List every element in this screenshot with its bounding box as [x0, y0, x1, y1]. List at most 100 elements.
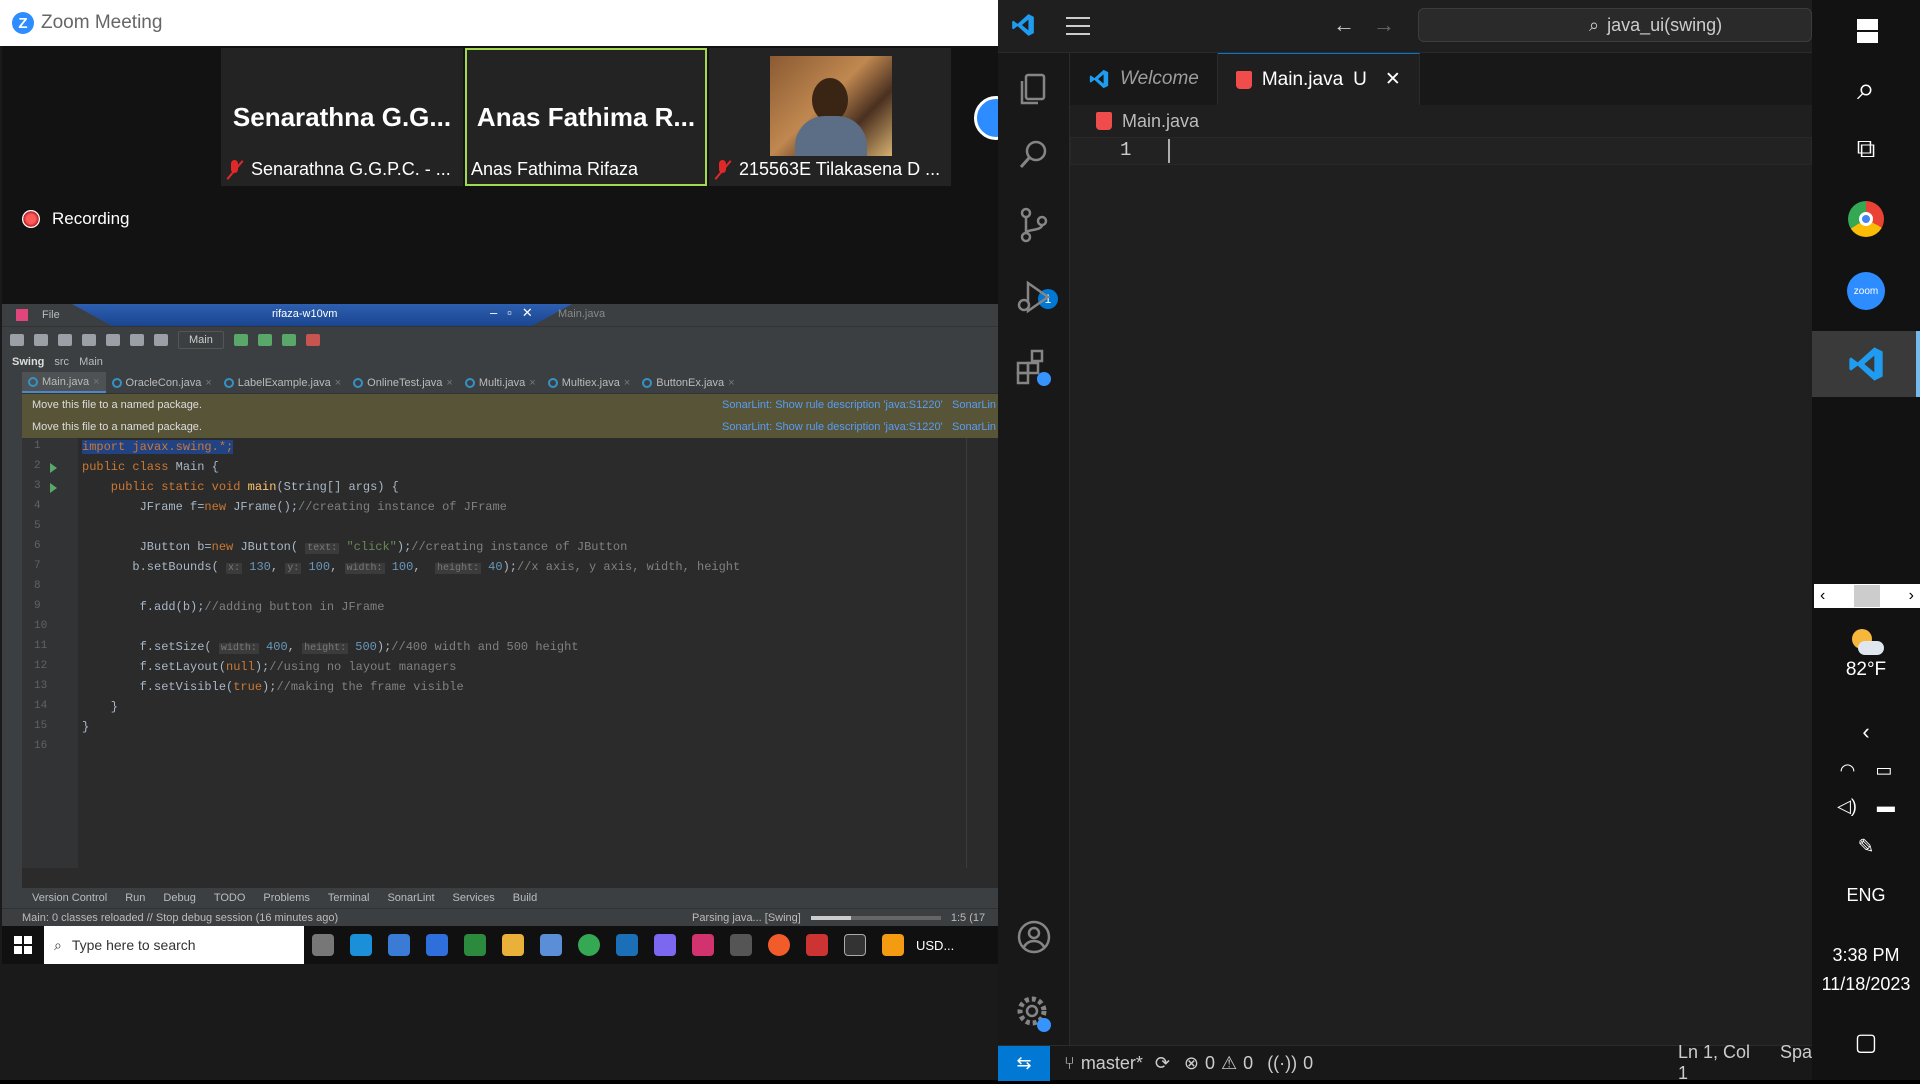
ide-tab-main[interactable]: Main.java ×: [22, 372, 106, 393]
cursor-position[interactable]: Ln 1, Col 1: [1678, 1042, 1754, 1084]
volume-icon[interactable]: ◁): [1837, 796, 1857, 817]
zoom-title-bar[interactable]: Z Zoom Meeting: [0, 0, 998, 46]
ide-tab[interactable]: OnlineTest.java ×: [347, 372, 459, 393]
close-icon[interactable]: ×: [335, 377, 341, 389]
participant-tile-active-speaker[interactable]: Anas Fathima R... Anas Fathima Rifaza: [465, 48, 707, 186]
ide-gutter[interactable]: 1 2 3 4 5 6 7 8 9 10 11 12 13 14 15 16: [22, 438, 78, 868]
run-method-icon[interactable]: [50, 483, 57, 493]
forward-arrow-icon[interactable]: →: [1373, 12, 1395, 38]
source-control-icon[interactable]: [1012, 203, 1056, 247]
run-icon[interactable]: [233, 333, 248, 346]
tool-debug[interactable]: Debug: [163, 892, 195, 904]
code-editor[interactable]: 1: [1070, 137, 1812, 1045]
app-icon[interactable]: [464, 934, 486, 956]
horizontal-scrollbar[interactable]: ‹ ›: [1814, 584, 1920, 608]
tool-services[interactable]: Services: [453, 892, 495, 904]
recording-indicator[interactable]: Recording: [22, 209, 130, 229]
ide-tab[interactable]: LabelExample.java ×: [218, 372, 347, 393]
scroll-right-icon[interactable]: ›: [1909, 587, 1914, 605]
sonarlint-link[interactable]: SonarLin: [952, 399, 996, 411]
hamburger-menu-icon[interactable]: [1066, 17, 1090, 35]
debug-icon[interactable]: [257, 333, 272, 346]
zoom-app-icon[interactable]: zoom: [1812, 268, 1920, 314]
chrome-icon[interactable]: [1812, 196, 1920, 242]
mail-icon[interactable]: [426, 934, 448, 956]
edge-icon[interactable]: [350, 934, 372, 956]
remote-start-button[interactable]: [2, 926, 44, 964]
branch-indicator[interactable]: ⑂ master* ⟳: [1064, 1053, 1170, 1074]
forward-icon[interactable]: [106, 333, 120, 346]
back-arrow-icon[interactable]: ←: [1333, 12, 1355, 38]
tool-build[interactable]: Build: [513, 892, 537, 904]
breadcrumb-project[interactable]: Swing: [12, 356, 44, 368]
breadcrumb-folder[interactable]: src: [54, 356, 69, 368]
remote-indicator-icon[interactable]: ⇆: [998, 1045, 1050, 1081]
close-icon[interactable]: ×: [529, 377, 535, 389]
ide-tab[interactable]: ButtonEx.java ×: [636, 372, 740, 393]
app-icon[interactable]: [540, 934, 562, 956]
settings-gear-icon[interactable]: [1012, 991, 1056, 1035]
stock-ticker[interactable]: USD...: [916, 938, 954, 953]
remote-window-controls[interactable]: –▫✕: [490, 305, 543, 321]
vscode-app-icon[interactable]: [1812, 331, 1920, 397]
scroll-thumb[interactable]: [1854, 585, 1880, 607]
stop-icon[interactable]: [305, 333, 320, 346]
tool-problems[interactable]: Problems: [263, 892, 309, 904]
open-icon[interactable]: [10, 333, 24, 346]
app-icon[interactable]: [806, 934, 828, 956]
search-icon[interactable]: ⌕: [1812, 66, 1920, 112]
close-icon[interactable]: ×: [446, 377, 452, 389]
run-configuration-select[interactable]: Main: [178, 330, 224, 349]
indentation-setting[interactable]: Spa: [1780, 1042, 1812, 1084]
weather-icon[interactable]: [882, 934, 904, 956]
coverage-icon[interactable]: [281, 333, 296, 346]
app-icon[interactable]: [768, 934, 790, 956]
start-button[interactable]: [1812, 8, 1920, 54]
ide-status-message[interactable]: Main: 0 classes reloaded // Stop debug s…: [22, 912, 338, 924]
remote-search-box[interactable]: ⌕ Type here to search: [44, 926, 304, 964]
save-icon[interactable]: [34, 333, 48, 346]
build-icon[interactable]: [130, 333, 144, 346]
participant-tile[interactable]: Senarathna G.G... Senarathna G.G.P.C. - …: [221, 48, 463, 186]
ide-code-editor[interactable]: import javax.swing.*; public class Main …: [78, 438, 986, 868]
ide-cursor-position[interactable]: 1:5 (17: [951, 912, 985, 924]
hammer-icon[interactable]: [154, 333, 168, 346]
wifi-icon[interactable]: ◠: [1840, 760, 1856, 781]
battery-icon[interactable]: ▬: [1877, 796, 1895, 817]
explorer-icon[interactable]: [1012, 67, 1056, 111]
close-icon[interactable]: ×: [728, 377, 734, 389]
weather-widget[interactable]: 82°F: [1812, 620, 1920, 690]
tool-version-control[interactable]: Version Control: [32, 892, 107, 904]
close-icon[interactable]: ×: [205, 377, 211, 389]
close-icon[interactable]: ✕: [1385, 68, 1401, 91]
ports-indicator[interactable]: ((·)) 0: [1267, 1053, 1313, 1074]
run-class-icon[interactable]: [50, 463, 57, 473]
language-indicator[interactable]: ENG: [1812, 878, 1920, 912]
ide-tab[interactable]: Multiex.java ×: [542, 372, 637, 393]
store-icon[interactable]: [388, 934, 410, 956]
task-view-icon[interactable]: [312, 934, 334, 956]
notifications-icon[interactable]: ▢: [1812, 1020, 1920, 1064]
terminal-icon[interactable]: [844, 934, 866, 956]
chrome-icon[interactable]: [578, 934, 600, 956]
search-icon[interactable]: [1012, 133, 1056, 177]
breadcrumb-class[interactable]: Main: [79, 356, 103, 368]
tool-sonarlint[interactable]: SonarLint: [387, 892, 434, 904]
sync-icon[interactable]: [58, 333, 72, 346]
run-and-debug-icon[interactable]: [1012, 275, 1056, 319]
display-icon[interactable]: ▭: [1875, 760, 1892, 781]
account-icon[interactable]: [1012, 915, 1056, 959]
tool-run[interactable]: Run: [125, 892, 145, 904]
sonarlint-link[interactable]: SonarLint: Show rule description 'java:S…: [722, 421, 943, 433]
tool-terminal[interactable]: Terminal: [328, 892, 370, 904]
clock[interactable]: 3:38 PM 11/18/2023: [1812, 934, 1920, 1006]
show-hidden-icons-chevron-icon[interactable]: ‹: [1812, 718, 1920, 746]
task-view-icon[interactable]: ⧉: [1812, 126, 1920, 172]
problems-indicator[interactable]: ⊗ 0 ⚠ 0: [1184, 1053, 1253, 1074]
tab-welcome[interactable]: Welcome: [1070, 53, 1218, 105]
tool-todo[interactable]: TODO: [214, 892, 246, 904]
app-icon[interactable]: [616, 934, 638, 956]
breadcrumb-file[interactable]: Main.java: [1122, 111, 1199, 132]
ide-left-tool-strip[interactable]: [2, 372, 22, 900]
tab-main-java[interactable]: Main.java U ✕: [1217, 53, 1420, 105]
